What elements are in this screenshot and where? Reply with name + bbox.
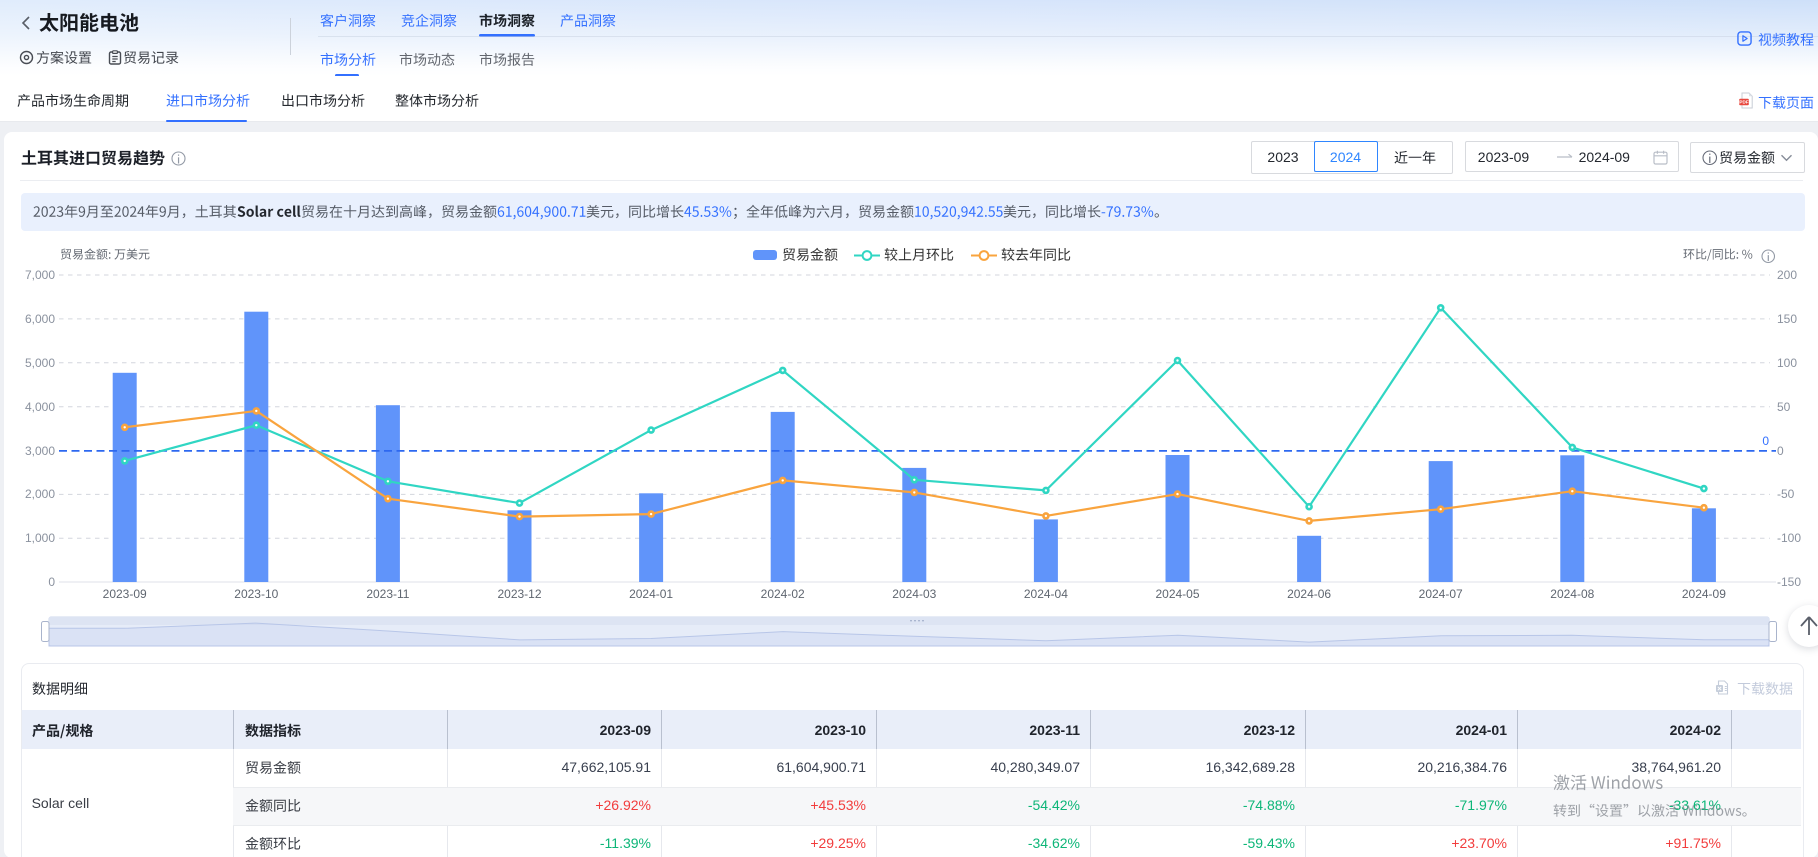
svg-text:PDF: PDF (1739, 100, 1748, 105)
